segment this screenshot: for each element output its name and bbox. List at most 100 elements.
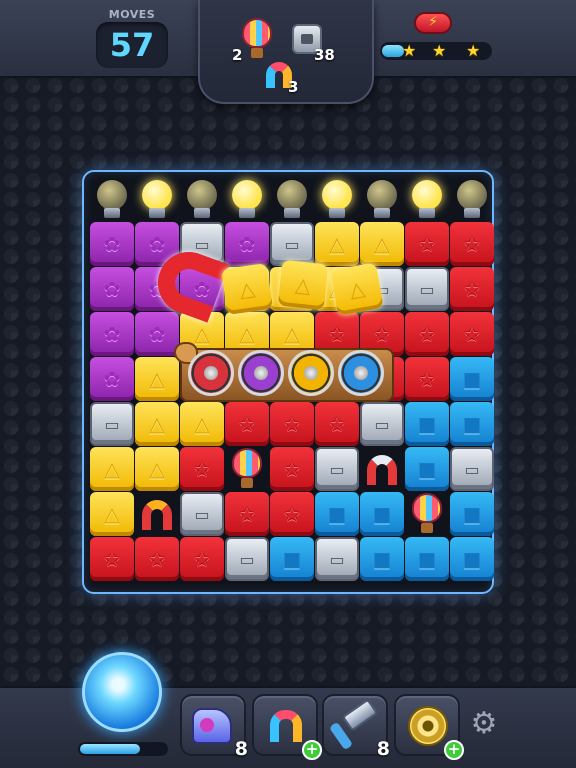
blue-tile[interactable]: ■ — [450, 402, 494, 446]
red-tile[interactable]: ✩ — [450, 267, 494, 311]
lightbulb-icon — [184, 180, 220, 220]
blue-tile[interactable]: ■ — [405, 447, 449, 491]
metal-tile[interactable]: ▭ — [180, 492, 224, 536]
blue-tile-glyph: ■ — [372, 547, 392, 571]
yellow-tile[interactable]: △ — [135, 447, 179, 491]
magnet-tile[interactable] — [142, 500, 172, 530]
lightbulb-icon — [364, 180, 400, 220]
yellow-tile[interactable]: △ — [315, 222, 359, 266]
add-booster-plus-icon[interactable]: + — [302, 740, 322, 760]
lightning-icon: ⚡ — [428, 14, 438, 30]
star-progress-bar: ★ ★ ★ — [380, 41, 492, 60]
blue-tile[interactable]: ■ — [360, 492, 404, 536]
lightning-button[interactable]: ⚡ — [414, 12, 452, 34]
blue-tile-glyph: ■ — [462, 412, 482, 436]
booster-wheel[interactable]: + — [394, 694, 464, 760]
blue-tile[interactable]: ■ — [405, 402, 449, 446]
blue-tile[interactable]: ■ — [405, 537, 449, 581]
blue-tile-glyph: ■ — [372, 502, 392, 526]
red-tile-glyph: ✩ — [328, 412, 346, 436]
purple-tile[interactable]: ✿ — [225, 222, 269, 266]
power-meter-fill — [80, 744, 141, 754]
shield-icon — [288, 350, 334, 396]
blue-tile[interactable]: ■ — [270, 537, 314, 581]
metal-tile-glyph: ▭ — [194, 504, 210, 524]
red-tile[interactable]: ✩ — [270, 492, 314, 536]
metal-tile-glyph: ▭ — [194, 234, 210, 254]
add-booster-plus-icon[interactable]: + — [444, 740, 464, 760]
yellow-tile-glyph: △ — [374, 232, 390, 256]
rainbow-magnet-icon — [270, 710, 302, 742]
red-tile[interactable]: ✩ — [405, 222, 449, 266]
yellow-tile[interactable]: △ — [360, 222, 404, 266]
yellow-tile-glyph: △ — [239, 322, 255, 346]
magnet-tile[interactable] — [367, 455, 397, 485]
balloon-tile[interactable] — [410, 493, 444, 535]
purple-tile-glyph: ✿ — [148, 232, 166, 256]
red-tile[interactable]: ✩ — [450, 312, 494, 356]
blue-tile[interactable]: ■ — [450, 537, 494, 581]
yellow-tile[interactable]: △ — [90, 492, 134, 536]
red-tile[interactable]: ✩ — [90, 537, 134, 581]
goal-metal-box-count: 38 — [314, 46, 335, 64]
booster-rainbow-magnet[interactable]: + — [252, 694, 322, 760]
blue-tile[interactable]: ■ — [315, 492, 359, 536]
metal-tile[interactable]: ▭ — [450, 447, 494, 491]
red-tile[interactable]: ✩ — [315, 402, 359, 446]
booster-ray-gun[interactable]: 8 — [180, 694, 248, 760]
blue-tile[interactable]: ■ — [450, 492, 494, 536]
power-meter — [78, 742, 168, 756]
purple-tile[interactable]: ✿ — [90, 267, 134, 311]
shield-icon — [188, 350, 234, 396]
power-orb-button[interactable] — [82, 652, 162, 732]
goal-balloon-count: 2 — [232, 46, 243, 64]
goals-panel: 2 38 3 — [198, 0, 374, 104]
red-tile[interactable]: ✩ — [270, 447, 314, 491]
metal-tile[interactable]: ▭ — [315, 537, 359, 581]
metal-tile[interactable]: ▭ — [360, 402, 404, 446]
metal-tile[interactable]: ▭ — [90, 402, 134, 446]
red-tile[interactable]: ✩ — [405, 312, 449, 356]
blue-tile-glyph: ■ — [462, 502, 482, 526]
purple-tile[interactable]: ✿ — [135, 312, 179, 356]
red-tile[interactable]: ✩ — [405, 357, 449, 401]
wheel-icon — [408, 706, 448, 746]
lightbulb-icon — [229, 180, 265, 220]
red-tile-glyph: ✩ — [283, 502, 301, 526]
red-tile[interactable]: ✩ — [225, 402, 269, 446]
star-icon: ★ — [432, 41, 447, 60]
metal-tile[interactable]: ▭ — [270, 222, 314, 266]
red-tile[interactable]: ✩ — [180, 447, 224, 491]
yellow-tile[interactable]: △ — [135, 402, 179, 446]
yellow-tile[interactable]: △ — [90, 447, 134, 491]
yellow-tile[interactable]: △ — [135, 357, 179, 401]
metal-tile[interactable]: ▭ — [315, 447, 359, 491]
yellow-tile-glyph: △ — [104, 502, 120, 526]
purple-tile[interactable]: ✿ — [90, 357, 134, 401]
red-tile-glyph: ✩ — [283, 412, 301, 436]
moves-label: MOVES — [108, 8, 156, 21]
blue-tile[interactable]: ■ — [360, 537, 404, 581]
red-tile[interactable]: ✩ — [450, 222, 494, 266]
purple-tile-glyph: ✿ — [103, 322, 121, 346]
blue-tile[interactable]: ■ — [450, 357, 494, 401]
red-tile[interactable]: ✩ — [135, 537, 179, 581]
metal-tile-glyph: ▭ — [239, 549, 255, 569]
yellow-tile-glyph: △ — [149, 412, 165, 436]
metal-tile-glyph: ▭ — [374, 414, 390, 434]
metal-tile[interactable]: ▭ — [405, 267, 449, 311]
metal-tile-glyph: ▭ — [329, 549, 345, 569]
metal-tile[interactable]: ▭ — [225, 537, 269, 581]
purple-tile-glyph: ✿ — [103, 367, 121, 391]
flying-tile: △ — [330, 262, 384, 316]
yellow-tile[interactable]: △ — [180, 402, 224, 446]
purple-tile[interactable]: ✿ — [90, 222, 134, 266]
red-tile[interactable]: ✩ — [270, 402, 314, 446]
red-tile[interactable]: ✩ — [180, 537, 224, 581]
settings-gear-icon[interactable]: ⚙ — [468, 708, 500, 740]
lightbulb-icon — [409, 180, 445, 220]
purple-tile[interactable]: ✿ — [90, 312, 134, 356]
balloon-tile[interactable] — [230, 448, 264, 490]
booster-hammer[interactable]: 8 — [322, 694, 390, 760]
red-tile[interactable]: ✩ — [225, 492, 269, 536]
